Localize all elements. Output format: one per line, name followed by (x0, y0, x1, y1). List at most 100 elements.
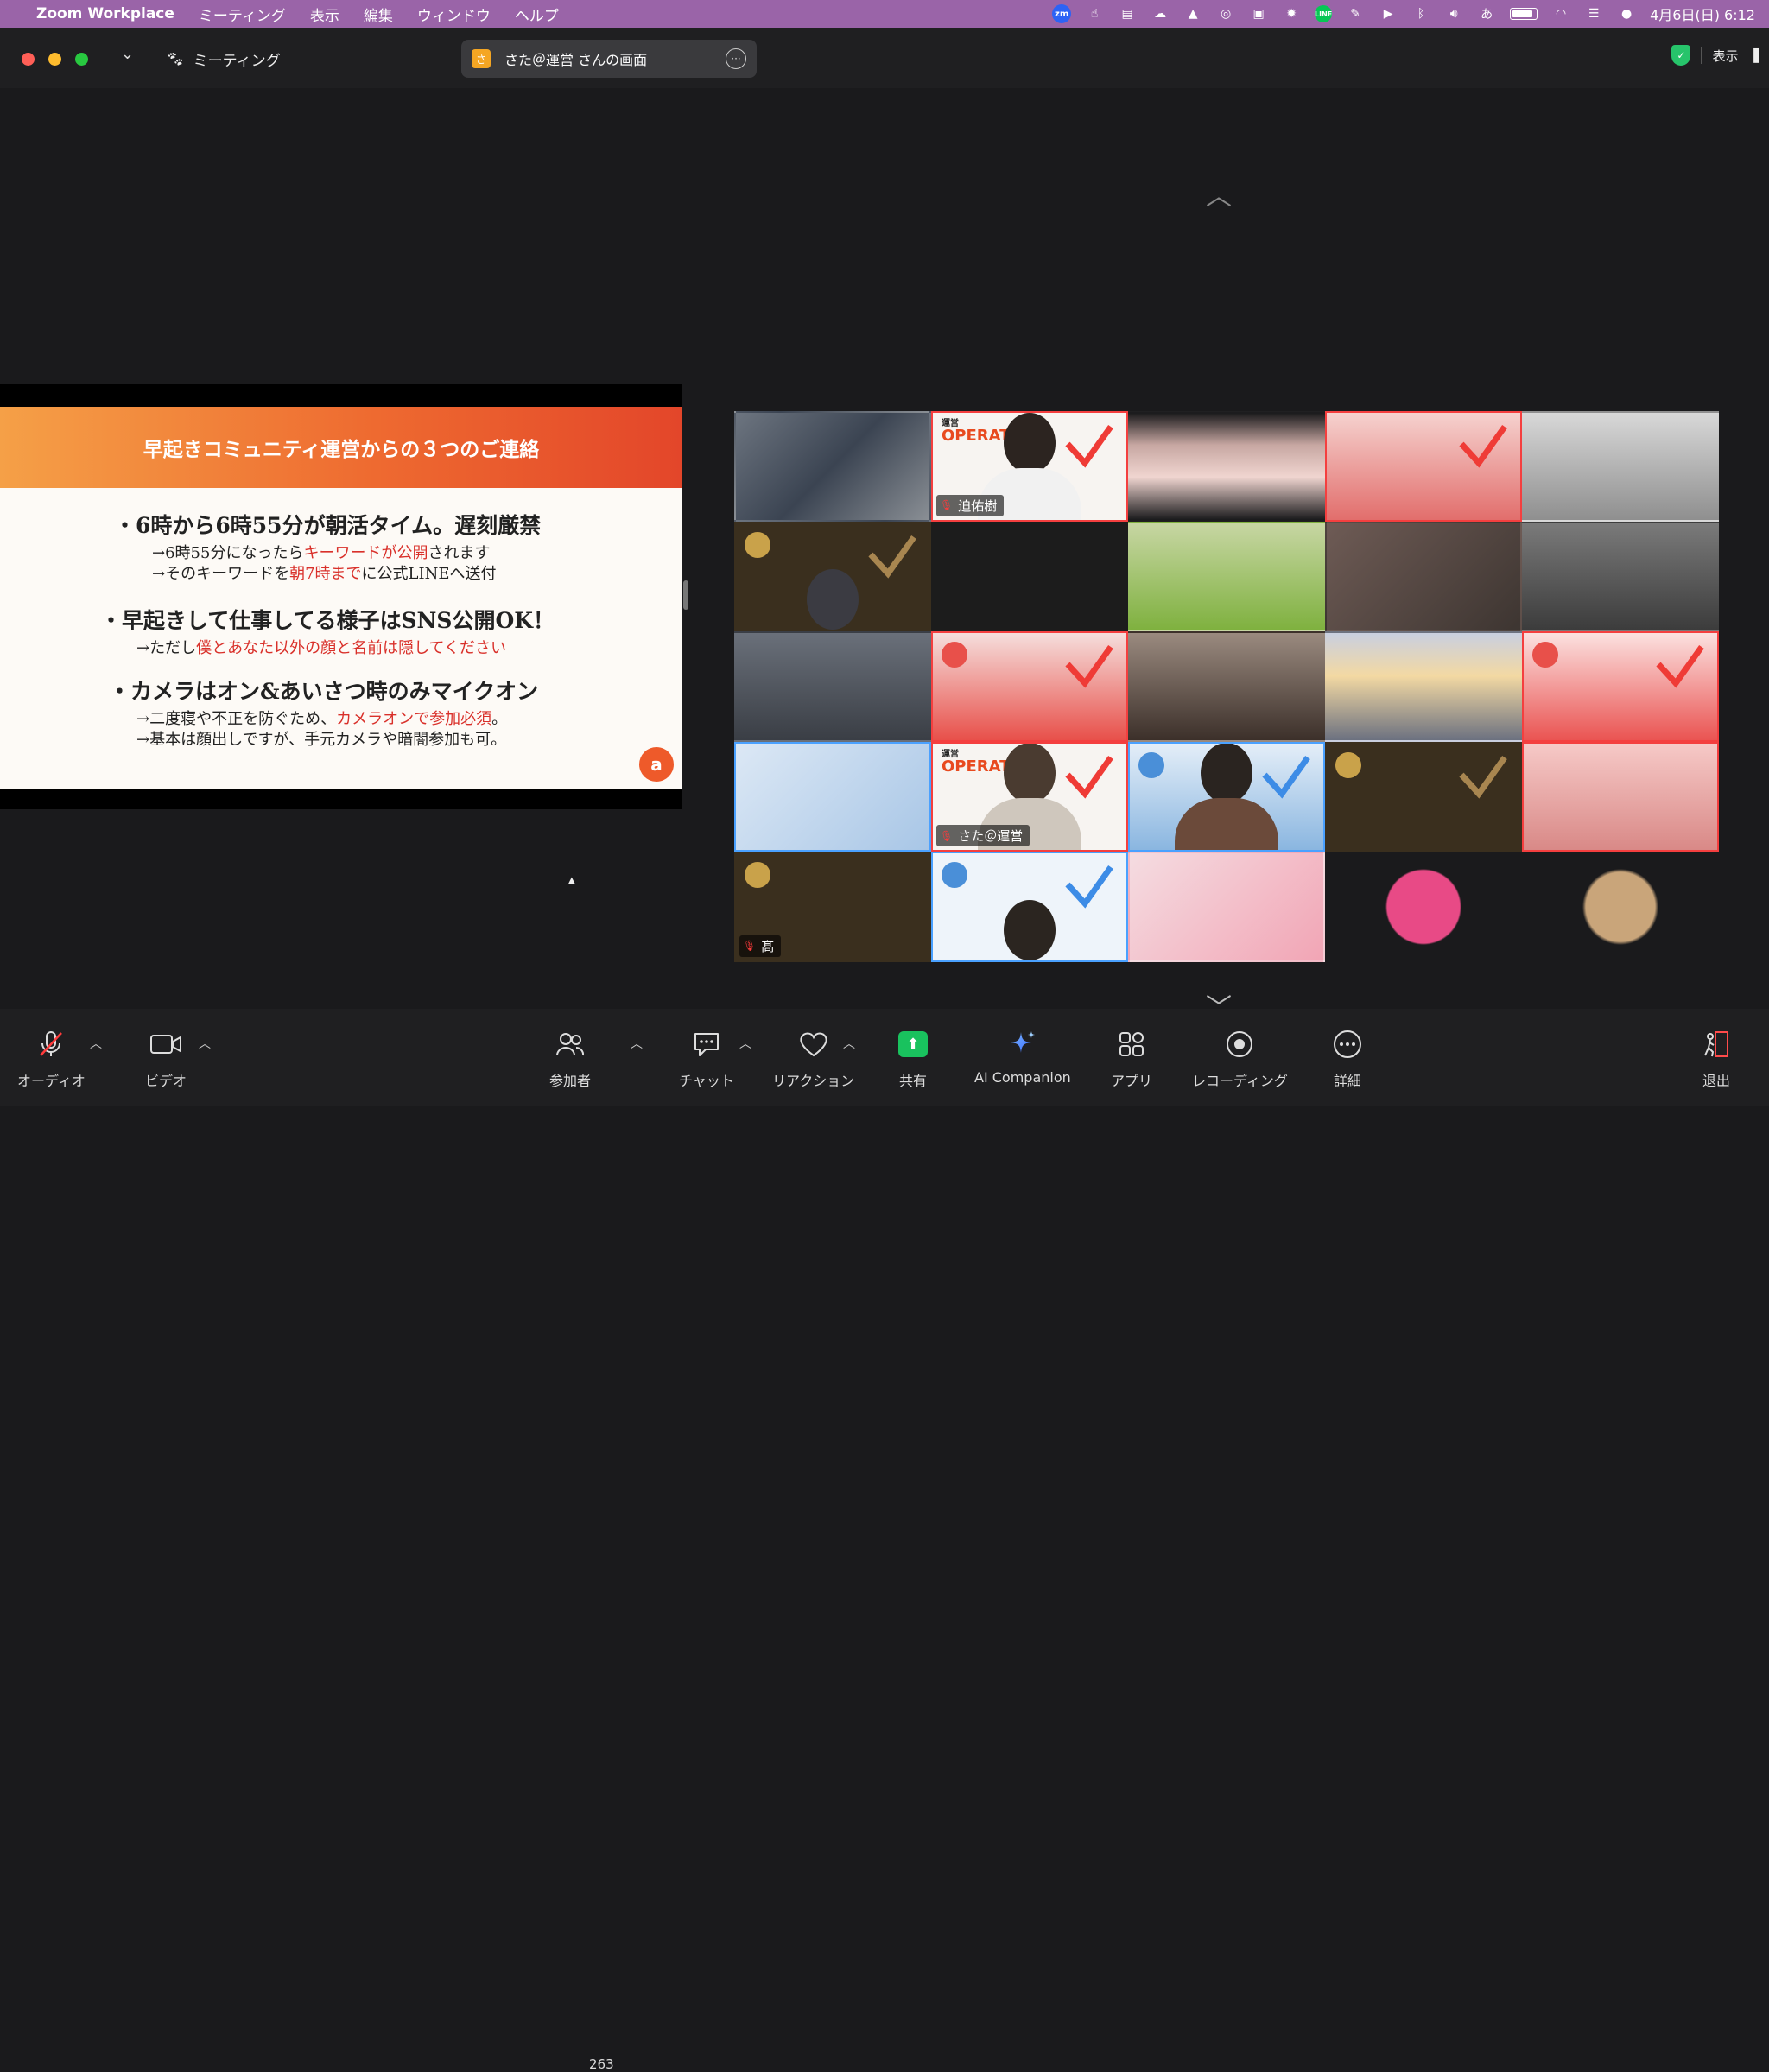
chevron-down-icon[interactable]: ⌄ (121, 45, 134, 63)
video-tile[interactable] (1522, 521, 1719, 632)
chat-button[interactable]: チャット (679, 1030, 734, 1090)
chat-options-chevron-icon[interactable]: ︿ (739, 1035, 751, 1052)
more-button[interactable]: 詳細 (1332, 1030, 1363, 1090)
input-method-icon[interactable]: あ (1477, 5, 1496, 22)
video-tile[interactable] (1128, 741, 1325, 852)
video-options-chevron-icon[interactable]: ︿ (199, 1035, 211, 1052)
video-tile-host[interactable]: 運営 OPERATOR 🎙︎ さた＠運営 (931, 741, 1128, 852)
menu-clock[interactable]: 4月6日(日) 6:12 (1650, 3, 1755, 24)
video-tile[interactable] (1325, 852, 1522, 962)
video-tile[interactable] (734, 521, 931, 632)
video-tile[interactable] (1128, 411, 1325, 522)
menu-app-name[interactable]: Zoom Workplace (36, 5, 174, 22)
close-window-button[interactable] (22, 53, 35, 66)
wifi-icon[interactable]: ◠ (1551, 5, 1570, 22)
text-segment: →6時55分になったら (152, 544, 304, 562)
video-tile[interactable] (931, 852, 1128, 962)
reactions-button[interactable]: リアクション (772, 1030, 854, 1090)
play-icon[interactable]: ▶ (1379, 5, 1398, 22)
screen-share-indicator[interactable]: さ さた＠運営 さんの画面 ··· (461, 40, 757, 78)
menu-item-edit[interactable]: 編集 (364, 3, 393, 25)
badge-icon (942, 642, 967, 668)
participant-silhouette (807, 569, 859, 630)
minimize-window-button[interactable] (48, 53, 61, 66)
meeting-main-area: 早起きコミュニティ運営からの３つのご連絡 ・6時から6時55分が朝活タイム。遅刻… (0, 88, 1769, 1023)
participants-button[interactable]: 参加者 (549, 1030, 591, 1090)
video-tile[interactable] (734, 411, 931, 522)
security-shield-icon[interactable]: ✓ (1671, 45, 1691, 66)
divider (1701, 47, 1702, 64)
sparkle-icon (1007, 1030, 1038, 1059)
check-icon (1065, 865, 1113, 909)
edit-icon[interactable]: ✎ (1346, 5, 1365, 22)
apps-button[interactable]: アプリ (1111, 1030, 1152, 1090)
video-button[interactable]: ビデオ (145, 1030, 187, 1090)
video-tile[interactable] (1522, 852, 1719, 962)
reactions-options-chevron-icon[interactable]: ︿ (843, 1035, 855, 1052)
video-tile[interactable] (931, 521, 1128, 632)
chat-label: チャット (679, 1073, 734, 1089)
battery-icon[interactable] (1510, 8, 1538, 20)
video-tile[interactable] (1522, 631, 1719, 742)
zoom-status-icon[interactable]: zm (1052, 4, 1072, 23)
more-options-icon[interactable]: ··· (726, 48, 746, 69)
audio-options-chevron-icon[interactable]: ︿ (90, 1035, 102, 1052)
cast-icon[interactable]: ◎ (1216, 5, 1235, 22)
menu-item-view[interactable]: 表示 (310, 3, 339, 25)
status-icons: zm ☝ ▤ ☁ ▲ ◎ ▣ ✹ LINE ✎ ▶ ᛒ 🔊︎ あ ◠ ☰ ● 4… (1052, 3, 1755, 24)
touch-icon[interactable]: ☝ (1085, 5, 1104, 22)
volume-icon[interactable]: 🔊︎ (1444, 5, 1463, 22)
cloud-icon[interactable]: ☁ (1151, 5, 1170, 22)
audio-button[interactable]: オーディオ (17, 1030, 86, 1090)
video-tile[interactable] (1325, 741, 1522, 852)
record-icon (1225, 1030, 1254, 1059)
shared-screen[interactable]: 早起きコミュニティ運営からの３つのご連絡 ・6時から6時55分が朝活タイム。遅刻… (0, 384, 682, 809)
share-screen-button[interactable]: ⬆ 共有 (898, 1030, 928, 1090)
view-layout-icon[interactable]: ▐ (1748, 48, 1759, 63)
menu-item-meeting[interactable]: ミーティング (199, 3, 286, 25)
participants-options-chevron-icon[interactable]: ︿ (631, 1035, 643, 1052)
gallery-up-chevron-icon[interactable]: ︿ (1206, 174, 1232, 212)
siri-icon[interactable]: ● (1617, 5, 1636, 22)
text-highlight: カメラオンで参加必須 (336, 710, 492, 728)
video-tile[interactable] (1128, 631, 1325, 742)
participants-icon (555, 1030, 585, 1059)
bluetooth-icon[interactable]: ᛒ (1411, 5, 1430, 22)
video-tile[interactable] (1522, 411, 1719, 522)
meeting-info-button[interactable]: 🐾︎ ミーティング (166, 48, 281, 71)
menu-item-window[interactable]: ウィンドウ (417, 3, 491, 25)
video-tile[interactable] (734, 741, 931, 852)
menu-item-help[interactable]: ヘルプ (515, 3, 559, 25)
meeting-label: ミーティング (193, 53, 281, 70)
video-tile[interactable]: 🎙︎ 髙 (734, 852, 931, 962)
leave-button[interactable]: 退出 (1702, 1030, 1731, 1090)
slide-bullet-2-sub: →ただし僕とあなた以外の顔と名前は隠してください (136, 636, 506, 658)
view-button[interactable]: 表示 (1712, 47, 1738, 65)
video-tile[interactable] (1128, 852, 1325, 962)
drive-icon[interactable]: ▲ (1183, 5, 1202, 22)
reactions-label: リアクション (772, 1073, 855, 1089)
recording-button[interactable]: レコーディング (1192, 1030, 1288, 1090)
more-label: 詳細 (1333, 1073, 1361, 1089)
share-arrow-icon: ⬆ (898, 1030, 928, 1059)
clipboard-icon[interactable]: ▤ (1118, 5, 1137, 22)
fullscreen-window-button[interactable] (75, 53, 88, 66)
participant-name-tag: 🎙︎ 髙 (739, 935, 782, 957)
video-tile[interactable] (1325, 521, 1522, 632)
video-tile[interactable] (1522, 741, 1719, 852)
badge-icon (745, 862, 770, 889)
badge-icon (942, 862, 967, 889)
video-tile[interactable] (734, 631, 931, 742)
video-tile[interactable] (1325, 631, 1522, 742)
screen-icon[interactable]: ▣ (1249, 5, 1268, 22)
control-center-icon[interactable]: ☰ (1584, 5, 1603, 22)
video-tile[interactable] (931, 631, 1128, 742)
gear-icon[interactable]: ✹ (1282, 5, 1301, 22)
slide-bullet-1-sub-2: →そのキーワードを朝7時までに公式LINEへ送付 (152, 561, 497, 584)
video-tile-active-speaker[interactable]: 運営 OPERATOR 🎙︎ 迫佑樹 (931, 411, 1128, 522)
ai-companion-button[interactable]: AI Companion (974, 1030, 1071, 1086)
video-tile[interactable] (1128, 521, 1325, 632)
line-icon[interactable]: LINE (1315, 5, 1332, 22)
video-tile[interactable] (1325, 411, 1522, 522)
panel-resize-handle[interactable] (683, 580, 688, 610)
